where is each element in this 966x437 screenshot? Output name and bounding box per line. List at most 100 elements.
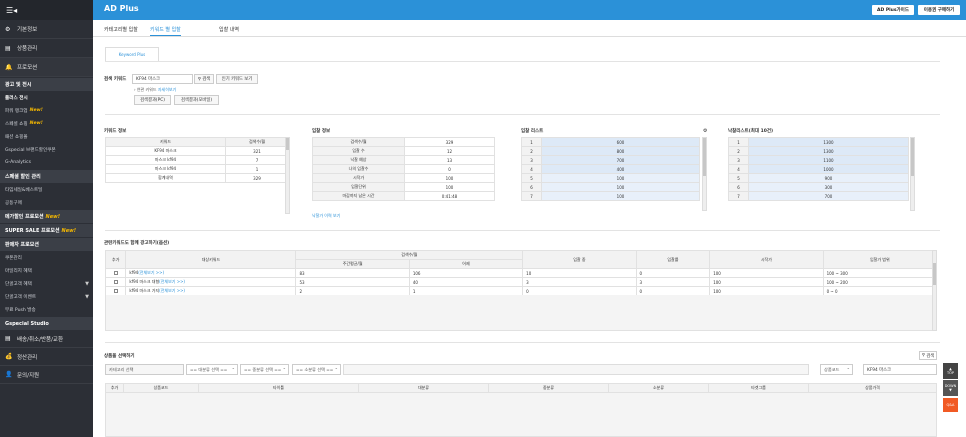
- popular-keywords-button[interactable]: 인기 키워드 보기: [216, 74, 258, 84]
- sidebar-main-item[interactable]: ▤ 상품관리: [0, 39, 93, 58]
- table-cell: 시작가: [312, 173, 405, 183]
- win-list-scrollbar[interactable]: [910, 137, 915, 211]
- keyword-input[interactable]: KF94 마스크: [132, 74, 193, 84]
- sidebar-item-label: 단골고객 혜택: [5, 281, 32, 287]
- tab-category-bid[interactable]: 카테고리별 입찰: [104, 26, 138, 33]
- related-keyword-link[interactable]: 자세히보기: [158, 87, 176, 92]
- keyword-info-scrollbar[interactable]: [285, 137, 290, 214]
- filter-bar-spacer: [343, 364, 809, 375]
- sidebar-main-item[interactable]: ⚙ 기본정보: [0, 20, 93, 39]
- results-pc-button[interactable]: 검색결과(PC): [134, 95, 171, 105]
- add-checkbox[interactable]: [113, 279, 118, 284]
- buy-pass-button[interactable]: 이용권 구매하기: [918, 5, 960, 15]
- sidebar-item[interactable]: 타임세일&베스트딜: [0, 183, 93, 196]
- guide-button[interactable]: AD Plus가이드: [872, 5, 914, 15]
- table-row: 시작가 100: [312, 173, 495, 183]
- tab-keyword-bid[interactable]: 키워드 별 입찰: [150, 26, 181, 36]
- scrollbar-thumb[interactable]: [911, 138, 914, 176]
- table-cell: 1: [225, 164, 289, 174]
- main-category-select[interactable]: == 대분류 선택 == ⌄: [186, 364, 238, 375]
- sidebar-item[interactable]: 플러스 전시: [0, 91, 93, 104]
- sidebar-main-icon: 🔔: [5, 63, 13, 71]
- product-table-body: [105, 393, 937, 437]
- sub-category-value: == 소분류 선택 ==: [296, 366, 334, 372]
- column-header: 대분류: [358, 383, 489, 393]
- table-cell: 0: [404, 164, 495, 174]
- sidebar-item[interactable]: 단골고객 혜택 ▼: [0, 277, 93, 290]
- table-cell: 900: [748, 173, 909, 183]
- view-all-link[interactable]: (전체보기 >>): [138, 270, 164, 275]
- product-search-button[interactable]: ⚲ 검색: [919, 351, 937, 360]
- table-cell: 3: [522, 277, 637, 287]
- scrollbar-thumb[interactable]: [703, 138, 706, 176]
- chevron-down-icon: ▼: [85, 293, 89, 300]
- sidebar-item[interactable]: 단골고객 이벤트 ▼: [0, 290, 93, 303]
- sidebar-main-label: 배송/취소/반품/교환: [17, 336, 64, 343]
- sidebar-main-item[interactable]: ▤ 배송/취소/반품/교환: [0, 330, 93, 348]
- table-row: 나의 입찰수 0: [312, 164, 495, 174]
- sidebar-item[interactable]: 파워 랭크업 New!: [0, 104, 93, 117]
- sidebar-section-header[interactable]: SUPER SALE 프로모션 New!: [0, 223, 93, 237]
- sidebar-item[interactable]: 마일리지 혜택: [0, 264, 93, 277]
- tab-bid-history[interactable]: 입찰 내역: [219, 26, 239, 33]
- sidebar-section-header[interactable]: Gspecial Studio: [0, 316, 93, 330]
- table-row: 7 100: [521, 191, 700, 201]
- category-select-text: 카테고리 선택: [109, 366, 134, 372]
- related-table-scrollbar[interactable]: [932, 250, 937, 331]
- table-row: 검색수/월 329: [312, 137, 495, 147]
- bid-list-scrollbar[interactable]: [702, 137, 707, 211]
- related-keyword-note: › 연관 키워드 자세히보기: [134, 87, 176, 93]
- sidebar-item[interactable]: 쿠폰관리: [0, 251, 93, 264]
- search-button[interactable]: ⚲ 검색: [194, 74, 214, 84]
- add-checkbox[interactable]: [113, 270, 118, 275]
- sidebar-section-header[interactable]: 광고 및 전시: [0, 77, 93, 91]
- menu-icon[interactable]: ☰◂: [6, 6, 17, 15]
- sidebar-main-label: 문의/지원: [17, 372, 40, 379]
- chevron-down-icon: ⌄: [282, 365, 286, 370]
- add-checkbox[interactable]: [113, 288, 118, 293]
- mid-category-select[interactable]: == 중분류 선택 == ⌄: [240, 364, 289, 375]
- table-cell: 3: [728, 155, 749, 165]
- sidebar-section-header[interactable]: 판매자 프로모션: [0, 237, 93, 251]
- bid-history-link[interactable]: 낙찰가 이력 보기: [312, 213, 340, 219]
- column-header: 추가: [104, 250, 127, 269]
- sidebar-main-item[interactable]: 👤 문의/지원: [0, 366, 93, 384]
- product-code-input[interactable]: KF94 마스크: [863, 364, 937, 375]
- table-cell: 낙찰 예상: [312, 155, 405, 165]
- sidebar-section-title: SUPER SALE 프로모션: [5, 228, 60, 234]
- sidebar-section-header[interactable]: 메가할인 프로모션 New!: [0, 209, 93, 223]
- scroll-top-button[interactable]: ▲ TOP: [943, 363, 958, 379]
- sidebar-item[interactable]: 공동구매: [0, 196, 93, 209]
- table-cell: 700: [541, 155, 700, 165]
- qa-button[interactable]: Q&A: [943, 398, 958, 412]
- scroll-down-button[interactable]: DOWN ▼: [943, 380, 958, 396]
- settings-icon[interactable]: ⚙: [703, 128, 707, 134]
- view-all-link[interactable]: (전체보기 >>): [159, 288, 185, 293]
- qa-label: Q&A: [946, 403, 955, 407]
- sidebar-item[interactable]: G-Analytics: [0, 156, 93, 169]
- subtab-keyword-plus[interactable]: Keyword Plus: [105, 47, 159, 61]
- sidebar-item[interactable]: 패션 쇼핑몰: [0, 130, 93, 143]
- scrollbar-thumb[interactable]: [286, 138, 289, 150]
- sidebar-item[interactable]: Gspecial 브랜드할인쿠폰: [0, 143, 93, 156]
- view-all-link[interactable]: (전체보기 >>): [159, 279, 185, 284]
- sidebar-item[interactable]: 스페셜 쇼핑 New!: [0, 117, 93, 130]
- scrollbar-thumb[interactable]: [933, 263, 936, 285]
- column-header: 입찰률: [635, 250, 711, 269]
- sidebar-toggle[interactable]: ☰◂: [0, 0, 93, 20]
- table-cell: 12: [404, 146, 495, 156]
- table-header-row: 추가 상품코드 타이틀 대분류 중분류 소분류 타겟그룹 상품가격: [105, 383, 937, 393]
- sidebar-item[interactable]: 무료 Push 발송: [0, 303, 93, 316]
- product-code-select[interactable]: 상품코드 ⌄: [820, 364, 853, 375]
- table-cell: 마스크 kf94: [105, 164, 226, 174]
- table-row: 입찰단위 100: [312, 182, 495, 192]
- sidebar-main-item[interactable]: 💰 정산관리: [0, 348, 93, 366]
- product-search-label: 검색: [926, 353, 935, 359]
- results-mobile-button[interactable]: 검색결과(모바일): [174, 95, 219, 105]
- sub-category-select[interactable]: == 소분류 선택 == ⌄: [292, 364, 341, 375]
- sidebar-main-item[interactable]: 🔔 프로모션: [0, 58, 93, 77]
- search-icon: ⚲: [921, 353, 925, 358]
- sidebar-section-header[interactable]: 스페셜 할인 관리: [0, 169, 93, 183]
- column-header: 중분류: [488, 383, 609, 393]
- table-cell: 3: [521, 155, 542, 165]
